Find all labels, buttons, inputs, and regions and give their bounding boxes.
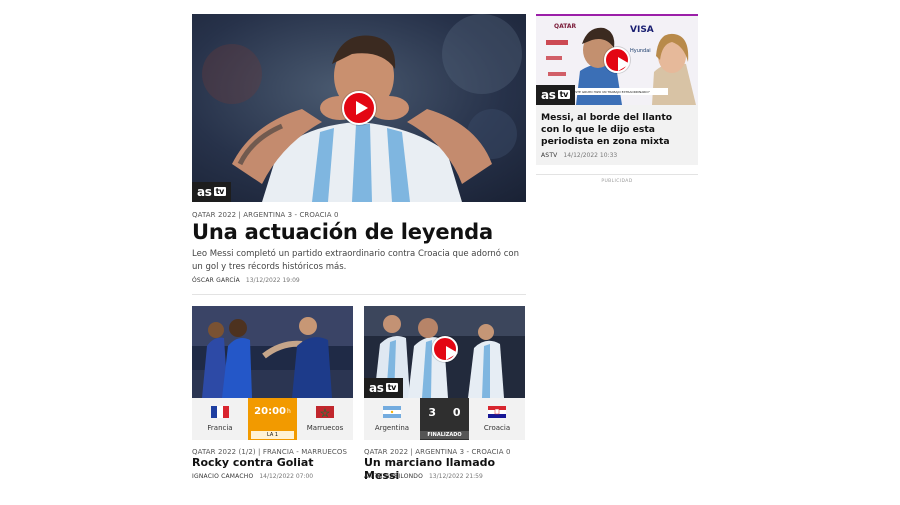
hero-time: 19:09 — [282, 277, 300, 284]
card1-channel: LA 1 — [251, 431, 294, 439]
side-time: 10:33 — [599, 152, 618, 159]
card1-scoreboard[interactable]: Francia 20:00h LA 1 Marruecos — [192, 398, 353, 440]
hero-image[interactable]: as tv — [192, 14, 526, 202]
card1-byline: IGNACIO CAMACHO 14/12/2022 07:00 — [192, 473, 313, 481]
argentina-flag-icon — [383, 406, 401, 418]
croatia-flag-icon — [488, 406, 506, 418]
card2-home-team: Argentina — [364, 406, 420, 433]
divider — [192, 294, 526, 295]
backdrop-logo-hyundai: Hyundai — [630, 48, 651, 54]
play-icon[interactable] — [342, 91, 376, 125]
card2-date: 13/12/2022 — [428, 473, 464, 480]
card1-home-team: Francia — [192, 406, 248, 433]
hero-author[interactable]: ÓSCAR GARCÍA — [192, 277, 240, 284]
astv-logo: as tv — [192, 182, 232, 202]
card1-time: 07:00 — [295, 473, 314, 480]
hero-headline[interactable]: Una actuación de leyenda — [192, 219, 526, 245]
card1-headline[interactable]: Rocky contra Goliat — [192, 456, 353, 469]
astv-logo: as tv — [536, 85, 576, 105]
hero-date: 13/12/2022 — [245, 277, 281, 284]
card2-scoreboard[interactable]: Argentina 3 0 FINALIZADO Croacia — [364, 398, 525, 440]
play-icon[interactable] — [432, 336, 458, 362]
card1-image[interactable] — [192, 306, 353, 398]
card1-photo — [192, 306, 353, 398]
card1-match-time: 20:00h LA 1 — [248, 398, 297, 440]
play-icon[interactable] — [604, 47, 630, 73]
side-image[interactable]: QATAR VISA Hyundai "ESTE GRUPO HIZO UN T… — [536, 16, 698, 105]
side-byline: ASTV 14/12/2022 10:33 — [541, 152, 617, 160]
hero-summary: Leo Messi completó un partido extraordin… — [192, 249, 519, 272]
card2-byline: ARITZ GABILONDO 13/12/2022 21:59 — [364, 473, 483, 481]
backdrop-logo-visa: VISA — [630, 25, 654, 35]
divider — [536, 174, 698, 175]
card1-date: 14/12/2022 — [259, 473, 294, 480]
ad-label: PUBLICIDAD — [601, 179, 633, 184]
morocco-flag-icon — [316, 406, 334, 418]
astv-logo: as tv — [364, 378, 404, 398]
card2-final-score: 3 0 FINALIZADO — [420, 398, 469, 440]
card1-author[interactable]: IGNACIO CAMACHO — [192, 473, 253, 480]
side-lower-third: "ESTE GRUPO HIZO UN TRABAJO EXTRAORDINAR… — [572, 90, 651, 94]
card2-away-team: Croacia — [469, 406, 525, 433]
card2-image[interactable]: as tv — [364, 306, 525, 398]
card2-status: FINALIZADO — [420, 431, 469, 439]
card2-author[interactable]: ARITZ GABILONDO — [364, 473, 423, 480]
card2-time: 21:59 — [465, 473, 483, 480]
card1-away-team: Marruecos — [297, 406, 353, 433]
side-source[interactable]: ASTV — [541, 152, 557, 159]
hero-byline: ÓSCAR GARCÍA 13/12/2022 19:09 — [192, 277, 300, 285]
backdrop-logo-qatar: QATAR — [554, 23, 577, 30]
side-date: 14/12/2022 — [563, 152, 598, 159]
side-headline[interactable]: Messi, al borde del llanto con lo que le… — [541, 112, 693, 148]
france-flag-icon — [211, 406, 229, 418]
card2-home-score: 3 — [428, 406, 437, 419]
card2-away-score: 0 — [452, 406, 461, 419]
